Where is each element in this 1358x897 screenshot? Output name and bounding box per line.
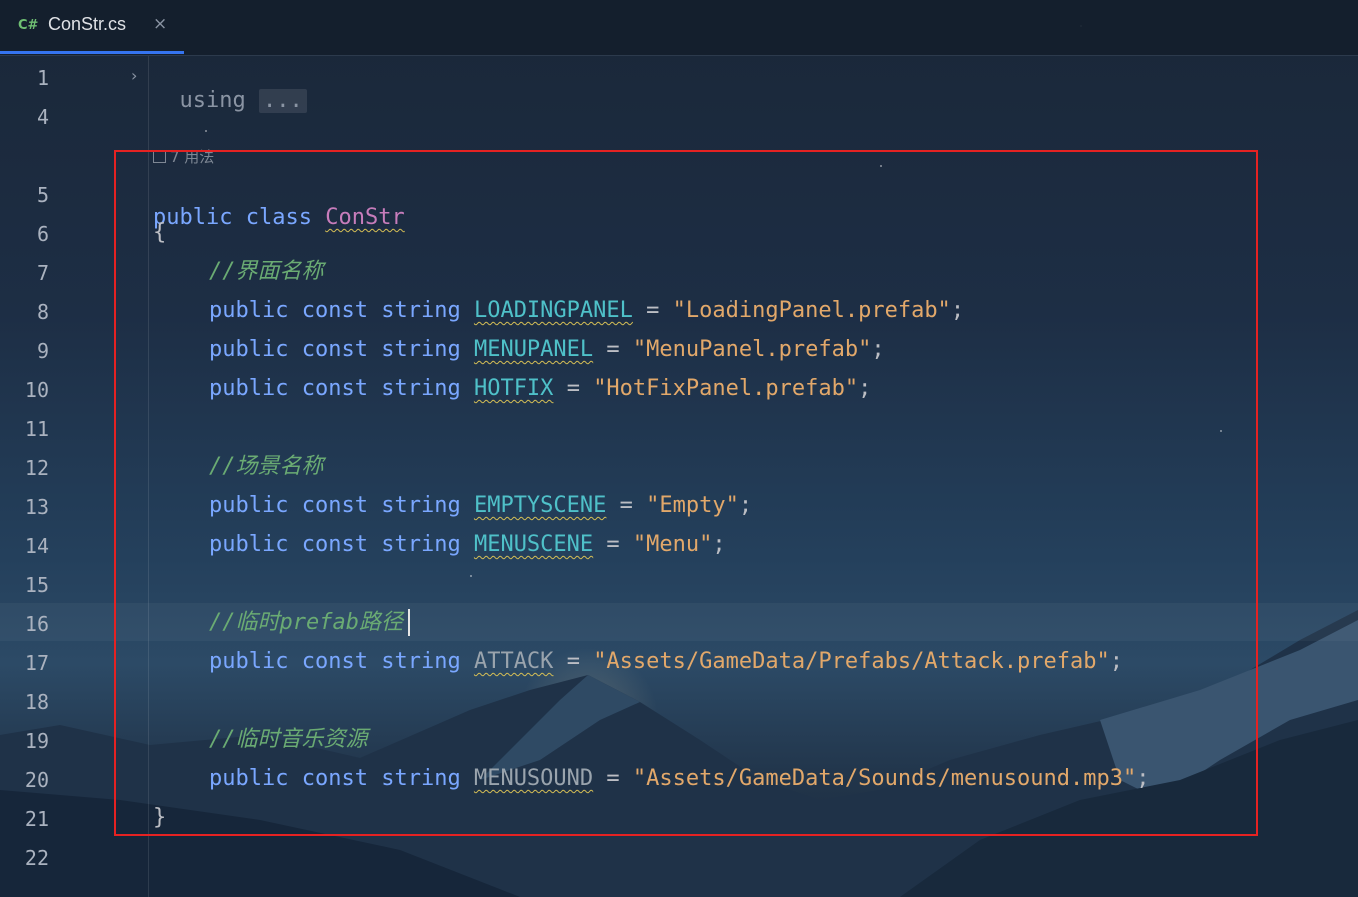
csharp-file-icon: C# — [18, 18, 39, 33]
line-number: 14 — [24, 534, 49, 558]
line-number: 22 — [24, 846, 49, 870]
line-number: 16 — [24, 612, 49, 636]
line-number: 18 — [24, 690, 49, 714]
line-number: 9 — [36, 339, 49, 363]
close-icon[interactable]: × — [153, 14, 167, 34]
editor-tab-bar: C# ConStr.cs × — [0, 0, 1358, 56]
folded-region-ellipsis[interactable]: ... — [258, 89, 307, 113]
chevron-right-icon[interactable]: › — [131, 66, 137, 85]
using-folded-line[interactable]: using ... — [153, 65, 307, 113]
fold-toggle[interactable]: › — [131, 66, 137, 85]
red-annotation-box — [114, 150, 1258, 836]
line-number: 11 — [24, 417, 49, 441]
line-number: 6 — [36, 222, 49, 246]
line-number: 17 — [24, 651, 49, 675]
using-keyword: using — [179, 88, 246, 113]
active-tab-indicator — [0, 51, 184, 54]
line-number: 4 — [36, 105, 49, 129]
line-number: 7 — [36, 261, 49, 285]
line-number: 21 — [24, 807, 49, 831]
line-number: 10 — [24, 378, 49, 402]
line-number: 13 — [24, 495, 49, 519]
line-number: 5 — [36, 183, 49, 207]
line-number: 20 — [24, 768, 49, 792]
line-number: 19 — [24, 729, 49, 753]
tab-constr-cs[interactable]: C# ConStr.cs × — [0, 0, 184, 55]
line-number: 8 — [36, 300, 49, 324]
tab-title: ConStr.cs — [48, 14, 127, 34]
line-number: 15 — [24, 573, 49, 597]
line-number: 12 — [24, 456, 49, 480]
star — [205, 130, 207, 132]
line-number: 1 — [36, 66, 49, 90]
